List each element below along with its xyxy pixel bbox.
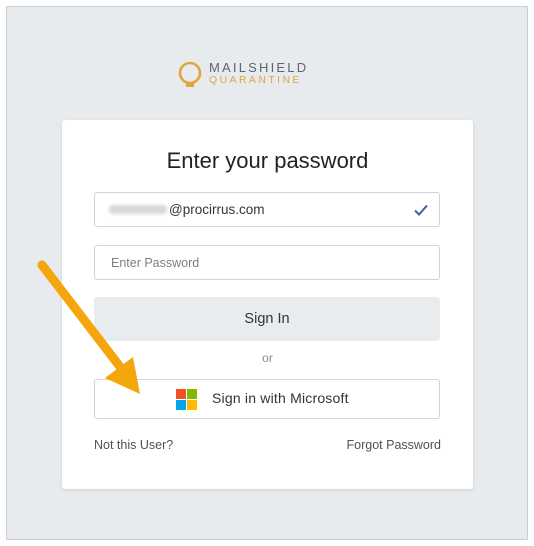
or-divider: or — [262, 351, 273, 365]
email-domain: @procirrus.com — [169, 202, 265, 217]
microsoft-button-label: Sign in with Microsoft — [212, 390, 349, 406]
brand-name: MAILSHIELD — [209, 60, 309, 75]
microsoft-logo-icon — [176, 389, 197, 410]
password-input[interactable] — [95, 246, 439, 279]
forgot-password-link[interactable]: Forgot Password — [347, 438, 441, 452]
login-card: Enter your password @procirrus.com Sign … — [62, 120, 473, 489]
check-icon — [414, 204, 428, 216]
mailshield-logo: MAILSHIELD QUARANTINE — [178, 60, 338, 90]
brand-subtitle: QUARANTINE — [209, 74, 302, 86]
email-username-blurred — [109, 205, 167, 214]
sign-in-button[interactable]: Sign In — [94, 297, 440, 341]
password-field[interactable] — [94, 245, 440, 280]
mailshield-logo-icon — [178, 61, 202, 87]
sign-in-microsoft-button[interactable]: Sign in with Microsoft — [94, 379, 440, 419]
not-this-user-link[interactable]: Not this User? — [94, 438, 173, 452]
email-field[interactable]: @procirrus.com — [94, 192, 440, 227]
page-title: Enter your password — [166, 148, 369, 173]
